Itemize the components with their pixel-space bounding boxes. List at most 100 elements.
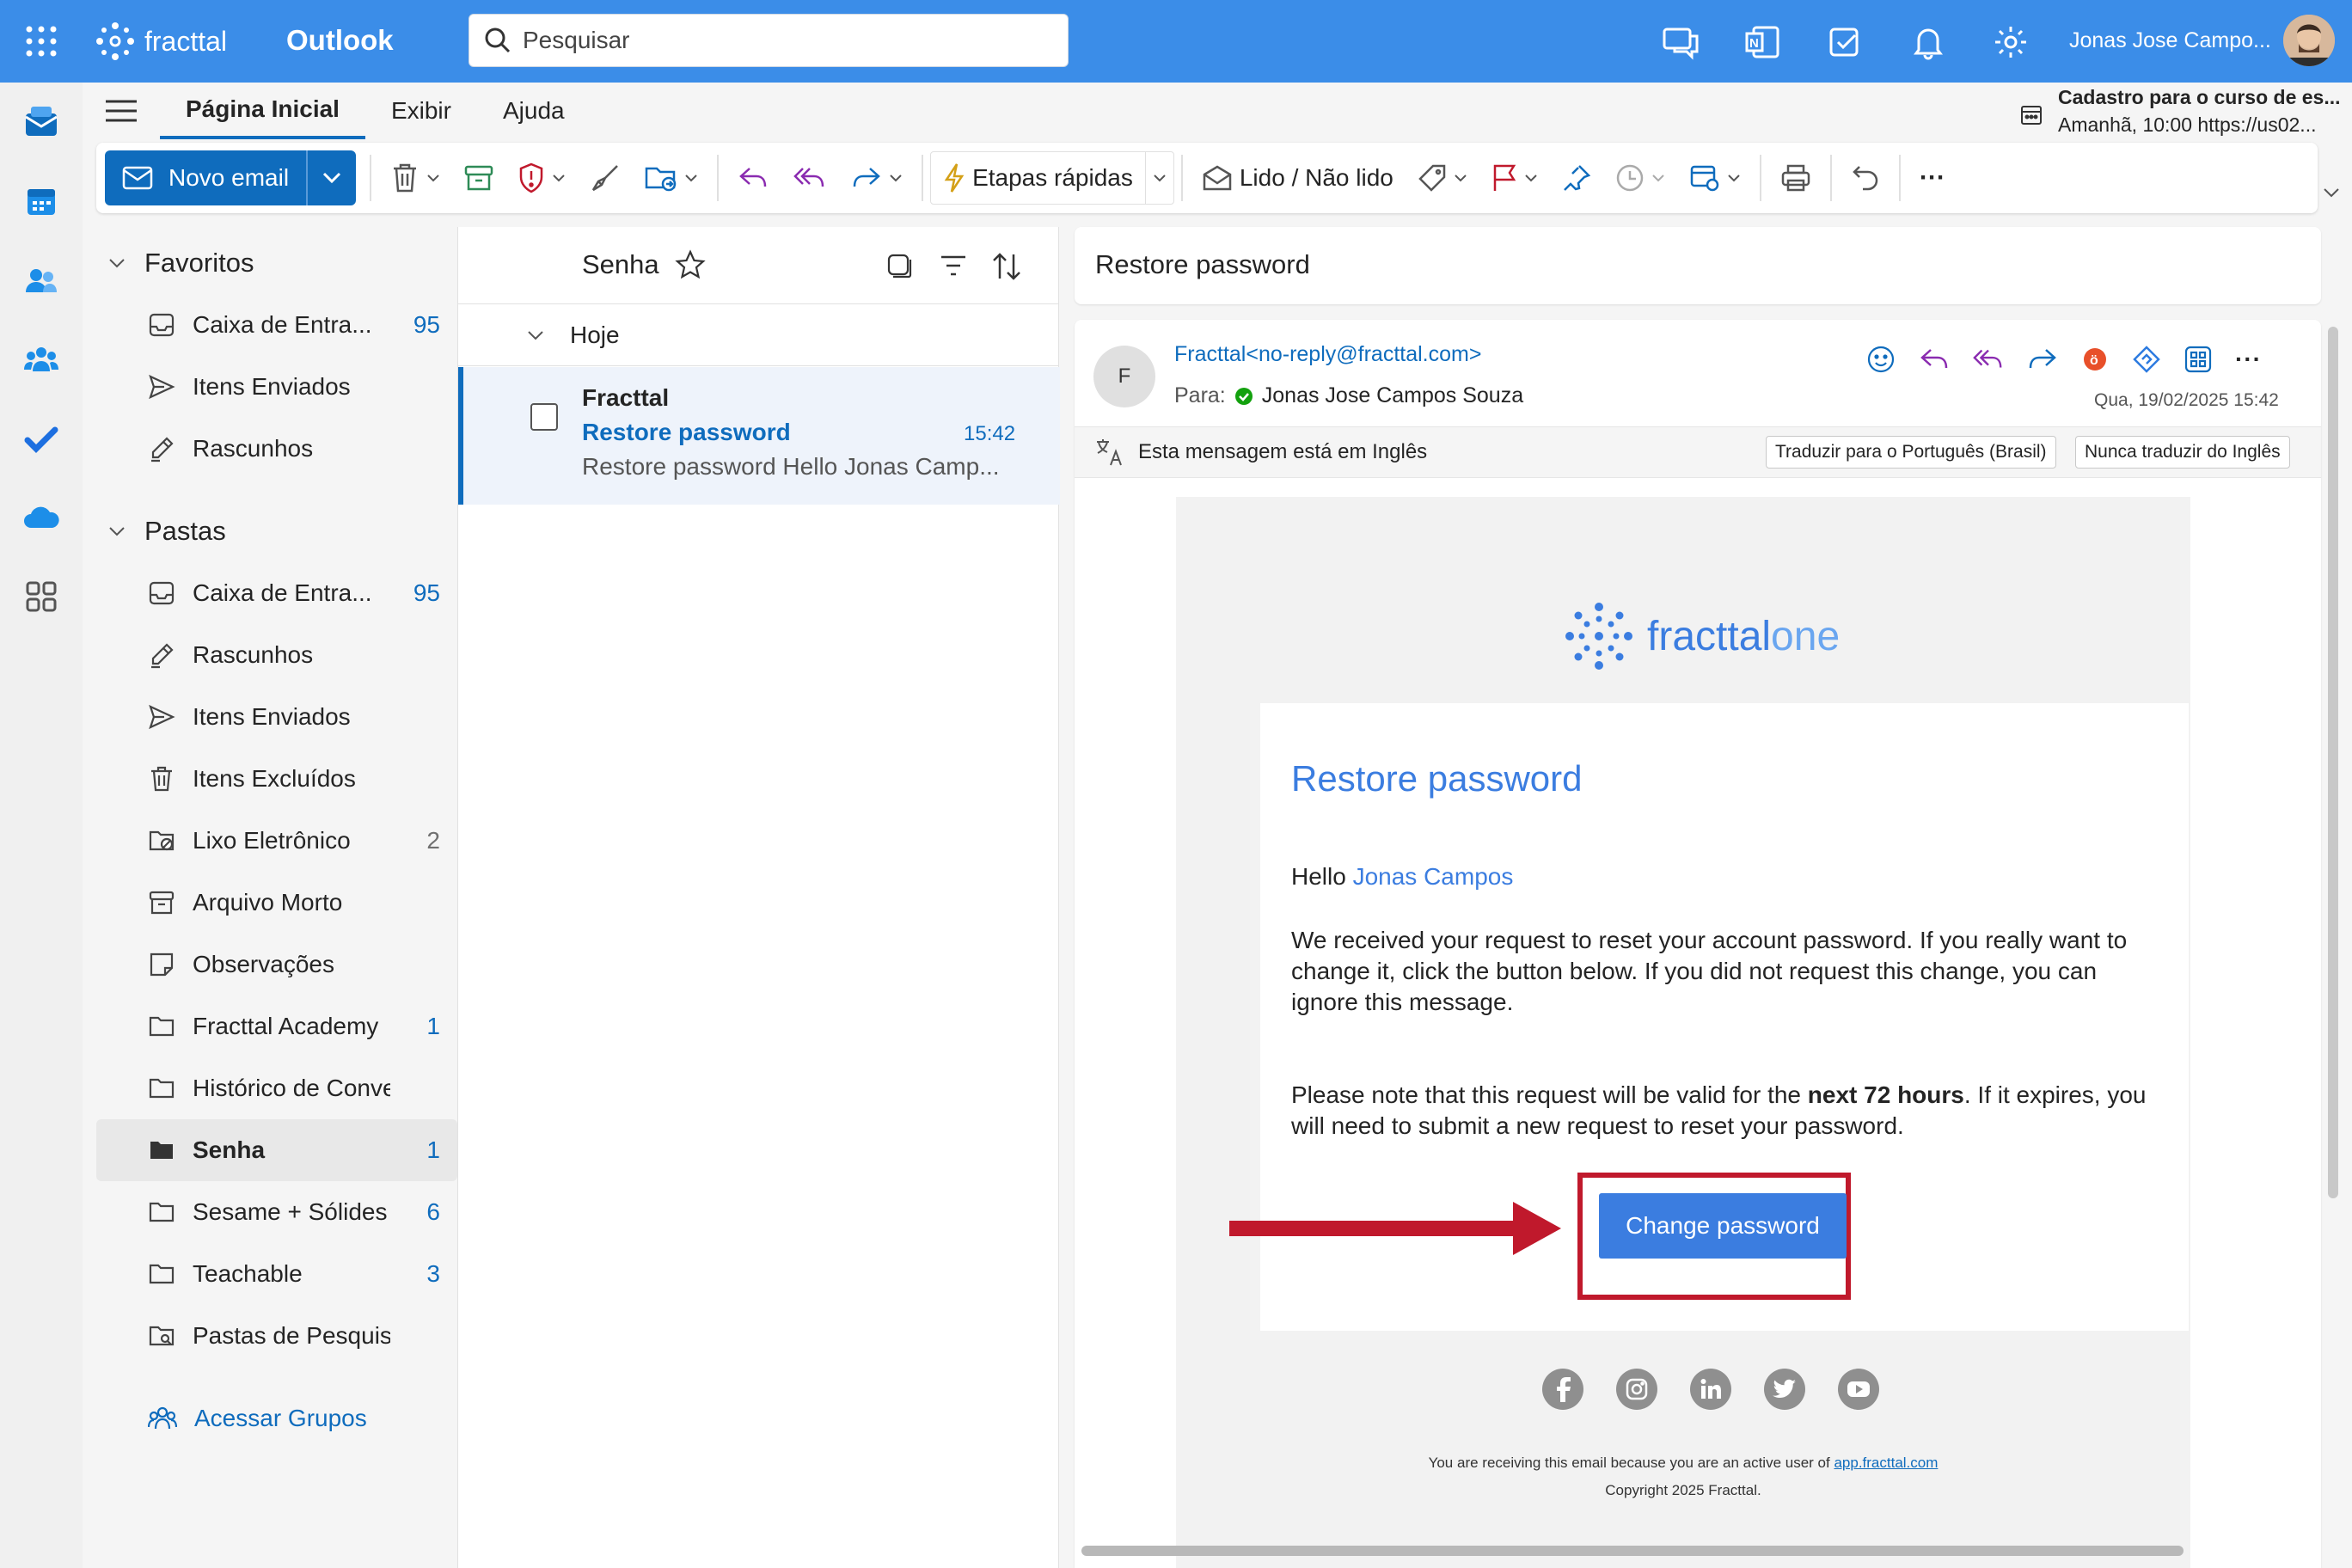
- recipient-name[interactable]: Jonas Jose Campos Souza: [1262, 383, 1523, 408]
- onenote-icon[interactable]: N: [1742, 21, 1785, 64]
- app-launcher-icon[interactable]: [24, 24, 58, 58]
- app-title[interactable]: Outlook: [286, 24, 394, 57]
- delete-button[interactable]: [378, 143, 452, 213]
- rail-people[interactable]: [0, 241, 83, 320]
- sort-icon[interactable]: [991, 251, 1022, 282]
- folder-senha[interactable]: Senha 1: [96, 1119, 457, 1181]
- folder-search-folders[interactable]: Pastas de Pesquisa: [96, 1305, 457, 1367]
- message-checkbox[interactable]: [530, 403, 558, 431]
- read-unread-button[interactable]: Lido / Não lido: [1190, 143, 1406, 213]
- categorize-button[interactable]: [1406, 143, 1479, 213]
- pin-button[interactable]: [1550, 143, 1603, 213]
- rail-calendar[interactable]: [0, 162, 83, 241]
- print-button[interactable]: [1768, 143, 1823, 213]
- hamburger-menu-icon[interactable]: [83, 83, 160, 139]
- folder-sent[interactable]: Itens Enviados: [96, 686, 457, 748]
- quick-steps-button[interactable]: Etapas rápidas: [930, 151, 1174, 205]
- folder-deleted[interactable]: Itens Excluídos: [96, 748, 457, 810]
- sweep-button[interactable]: [578, 143, 633, 213]
- rail-more-apps[interactable]: [0, 557, 83, 636]
- reply-all-icon[interactable]: [1972, 346, 2005, 372]
- addin-icon[interactable]: ö: [2080, 345, 2110, 374]
- brand-logo[interactable]: fracttal: [93, 19, 227, 64]
- apps-icon[interactable]: [2184, 345, 2213, 374]
- folder-fracttal-academy[interactable]: Fracttal Academy 1: [96, 995, 457, 1057]
- filter-icon[interactable]: [940, 254, 967, 277]
- rules-button[interactable]: [1677, 143, 1753, 213]
- reply-all-button[interactable]: [781, 143, 839, 213]
- change-password-button[interactable]: Change password: [1599, 1193, 1847, 1259]
- search-box[interactable]: Pesquisar: [469, 14, 1069, 67]
- pin-icon: [1563, 165, 1591, 191]
- horizontal-scrollbar[interactable]: [1081, 1546, 2184, 1556]
- linkedin-icon[interactable]: [1690, 1369, 1731, 1410]
- folder-archive[interactable]: Arquivo Morto: [96, 872, 457, 934]
- reply-icon[interactable]: [1919, 346, 1950, 372]
- favorite-drafts[interactable]: Rascunhos: [96, 418, 457, 480]
- new-mail-dropdown[interactable]: [308, 150, 356, 205]
- sender-avatar[interactable]: F: [1093, 346, 1155, 407]
- favorite-inbox[interactable]: Caixa de Entra... 95: [96, 294, 457, 356]
- folder-conversation-history[interactable]: Histórico de Conve...: [96, 1057, 457, 1119]
- new-mail-button[interactable]: Novo email: [105, 150, 357, 205]
- folder-sesame-solides[interactable]: Sesame + Sólides 6: [96, 1181, 457, 1243]
- footer-link[interactable]: app.fracttal.com: [1834, 1455, 1938, 1471]
- emoji-icon[interactable]: [1865, 344, 1896, 375]
- todo-icon[interactable]: [1824, 21, 1867, 64]
- folder-junk[interactable]: Lixo Eletrônico 2: [96, 810, 457, 872]
- tab-view[interactable]: Exibir: [365, 83, 477, 139]
- forward-button[interactable]: [839, 143, 915, 213]
- search-input[interactable]: Pesquisar: [523, 27, 630, 54]
- folders-header[interactable]: Pastas: [96, 500, 457, 562]
- twitter-icon[interactable]: [1764, 1369, 1805, 1410]
- rail-groups[interactable]: [0, 320, 83, 399]
- favorites-header[interactable]: Favoritos: [96, 232, 457, 294]
- reading-pane-header: Restore password: [1075, 227, 2321, 304]
- logo-word-fracttal: fracttal: [1647, 613, 1772, 659]
- sender-address[interactable]: Fracttal<no-reply@fracttal.com>: [1174, 342, 1481, 367]
- report-button[interactable]: [505, 143, 578, 213]
- avatar[interactable]: [2283, 15, 2335, 66]
- star-icon[interactable]: [675, 249, 706, 280]
- vertical-scrollbar[interactable]: [2328, 327, 2338, 1198]
- translate-button[interactable]: Traduzir para o Português (Brasil): [1766, 436, 2056, 469]
- greeting-name: Jonas Campos: [1352, 863, 1514, 890]
- rail-todo[interactable]: [0, 399, 83, 478]
- archive-button[interactable]: [452, 143, 505, 213]
- folder-inbox[interactable]: Caixa de Entra... 95: [96, 562, 457, 624]
- teams-chat-icon[interactable]: [1659, 21, 1702, 64]
- never-translate-button[interactable]: Nunca traduzir do Inglês: [2075, 436, 2290, 469]
- folder-drafts[interactable]: Rascunhos: [96, 624, 457, 686]
- tab-help[interactable]: Ajuda: [477, 83, 591, 139]
- select-mode-icon[interactable]: [886, 253, 912, 279]
- user-name[interactable]: Jonas Jose Campo...: [2069, 28, 2271, 53]
- undo-button[interactable]: [1839, 143, 1892, 213]
- youtube-icon[interactable]: [1838, 1369, 1879, 1410]
- reply-button[interactable]: [726, 143, 781, 213]
- groups-link[interactable]: Acessar Grupos: [96, 1387, 457, 1449]
- rail-onedrive[interactable]: [0, 478, 83, 557]
- tab-home[interactable]: Página Inicial: [160, 83, 365, 139]
- list-item[interactable]: Fracttal Restore password 15:42 Restore …: [458, 367, 1060, 505]
- bell-icon[interactable]: [1907, 21, 1950, 64]
- facebook-icon[interactable]: [1542, 1369, 1583, 1410]
- favorite-sent[interactable]: Itens Enviados: [96, 356, 457, 418]
- flag-button[interactable]: [1479, 143, 1550, 213]
- greeting-text: Hello: [1291, 863, 1353, 890]
- ribbon-expand-icon[interactable]: [2323, 187, 2340, 198]
- move-to-button[interactable]: [633, 143, 710, 213]
- unread-count: 2: [426, 827, 440, 854]
- instagram-icon[interactable]: [1616, 1369, 1657, 1410]
- folder-pane: Favoritos Caixa de Entra... 95 Itens Env…: [96, 232, 457, 1568]
- group-header-today[interactable]: Hoje: [458, 304, 1058, 366]
- snooze-button[interactable]: [1603, 143, 1677, 213]
- more-actions-button[interactable]: ···: [2235, 346, 2262, 373]
- gear-icon[interactable]: [1989, 21, 2032, 64]
- forward-icon[interactable]: [2027, 346, 2058, 372]
- loop-icon[interactable]: [2132, 345, 2161, 374]
- more-options-button[interactable]: ···: [1908, 143, 1957, 213]
- folder-teachable[interactable]: Teachable 3: [96, 1243, 457, 1305]
- rail-mail[interactable]: [0, 83, 83, 162]
- reminder-card[interactable]: Cadastro para o curso de es... Amanhã, 1…: [2020, 84, 2347, 139]
- folder-notes[interactable]: Observações: [96, 934, 457, 995]
